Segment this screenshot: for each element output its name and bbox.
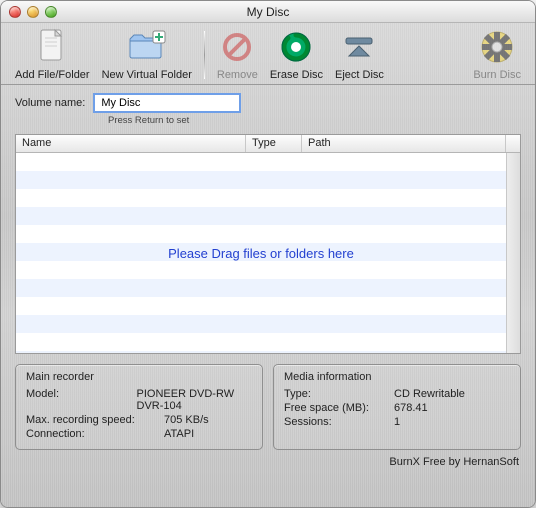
scrollbar-corner xyxy=(506,135,520,152)
app-window: My Disc Add File/Folder xyxy=(0,0,536,508)
toolbar-label: New Virtual Folder xyxy=(102,69,192,81)
titlebar[interactable]: My Disc xyxy=(1,1,535,23)
volume-name-label: Volume name: xyxy=(15,97,85,109)
media-information-panel: Media information Type: CD Rewritable Fre… xyxy=(273,364,521,450)
burn-disc-button: Burn Disc xyxy=(467,27,527,81)
toolbar-label: Burn Disc xyxy=(473,69,521,81)
toolbar: Add File/Folder New Virtual Folder xyxy=(1,23,535,85)
vertical-scrollbar[interactable] xyxy=(506,153,520,353)
volume-name-input[interactable] xyxy=(93,93,241,113)
media-type-value: CD Rewritable xyxy=(394,388,465,400)
main-recorder-panel: Main recorder Model:PIONEER DVD-RW DVR-1… xyxy=(15,364,263,450)
window-title: My Disc xyxy=(1,5,535,19)
table-header: Name Type Path xyxy=(16,135,520,153)
column-header-path[interactable]: Path xyxy=(302,135,506,152)
toolbar-label: Remove xyxy=(217,69,258,81)
connection-value: ATAPI xyxy=(164,428,194,440)
speed-value: 705 KB/s xyxy=(164,414,209,426)
document-icon xyxy=(32,27,72,67)
remove-button: Remove xyxy=(211,27,264,81)
eject-disc-button[interactable]: Eject Disc xyxy=(329,27,390,81)
add-file-folder-button[interactable]: Add File/Folder xyxy=(9,27,96,81)
eject-icon xyxy=(339,27,379,67)
credit-text: BurnX Free by HernanSoft xyxy=(1,450,535,468)
burn-icon xyxy=(477,27,517,67)
free-space-value: 678.41 xyxy=(394,402,428,414)
speed-label: Max. recording speed: xyxy=(26,414,158,426)
new-virtual-folder-button[interactable]: New Virtual Folder xyxy=(96,27,198,81)
model-label: Model: xyxy=(26,388,131,412)
connection-label: Connection: xyxy=(26,428,158,440)
model-value: PIONEER DVD-RW DVR-104 xyxy=(137,388,253,412)
sessions-value: 1 xyxy=(394,416,400,428)
erase-disc-button[interactable]: Erase Disc xyxy=(264,27,329,81)
free-space-label: Free space (MB): xyxy=(284,402,388,414)
folder-plus-icon xyxy=(127,27,167,67)
volume-name-hint: Press Return to set xyxy=(108,115,535,126)
table-body[interactable]: Please Drag files or folders here xyxy=(16,153,520,353)
no-entry-icon xyxy=(217,27,257,67)
column-header-type[interactable]: Type xyxy=(246,135,302,152)
panel-title: Main recorder xyxy=(26,371,252,383)
media-type-label: Type: xyxy=(284,388,388,400)
sessions-label: Sessions: xyxy=(284,416,388,428)
file-table[interactable]: Name Type Path Please Drag files or fold… xyxy=(15,134,521,354)
toolbar-separator xyxy=(204,31,205,79)
column-header-name[interactable]: Name xyxy=(16,135,246,152)
erase-icon xyxy=(276,27,316,67)
panel-title: Media information xyxy=(284,371,510,383)
toolbar-label: Erase Disc xyxy=(270,69,323,81)
toolbar-label: Add File/Folder xyxy=(15,69,90,81)
toolbar-label: Eject Disc xyxy=(335,69,384,81)
